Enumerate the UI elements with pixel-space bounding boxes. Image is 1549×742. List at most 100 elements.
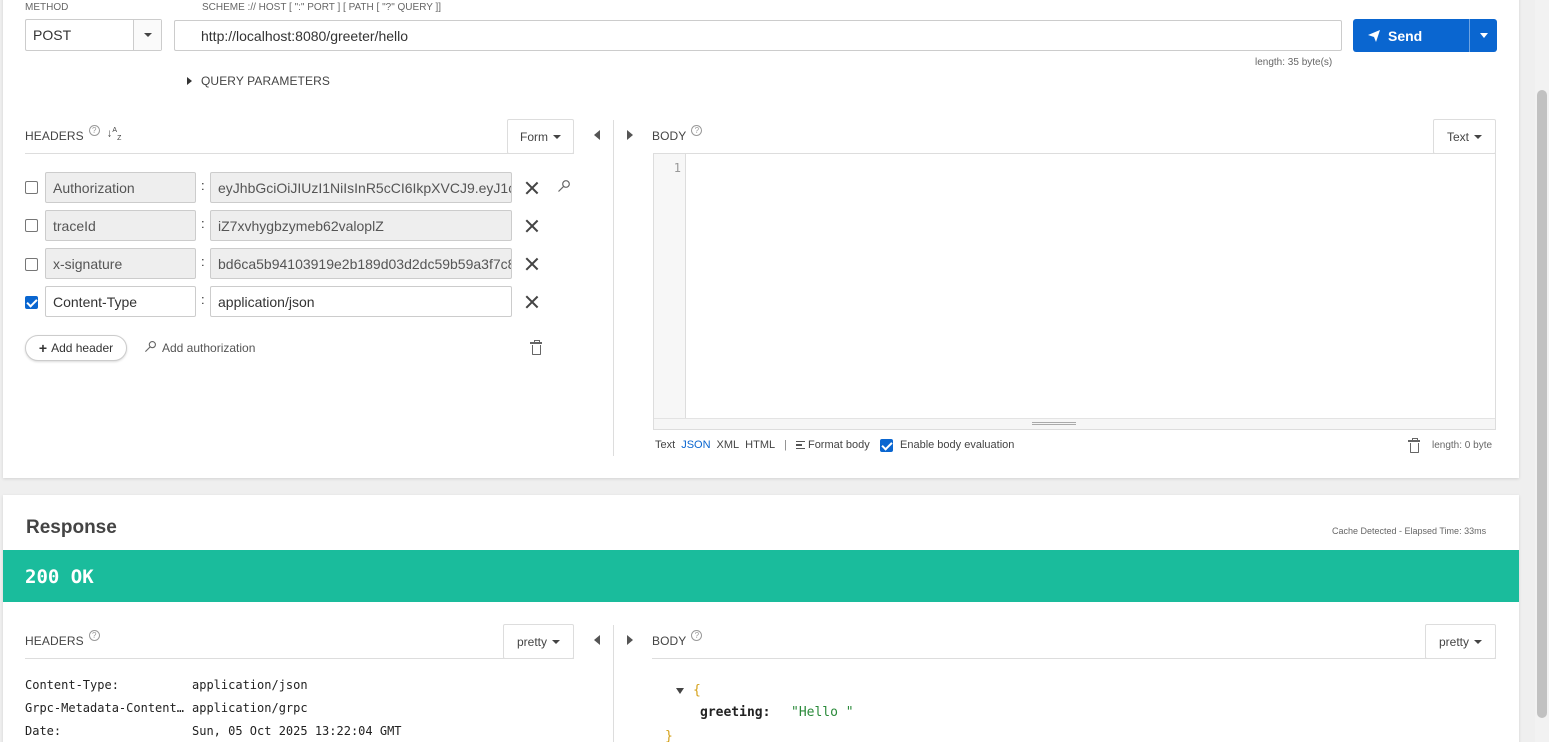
plus-icon: + <box>38 340 48 356</box>
json-string-value: "Hello " <box>791 705 854 720</box>
remove-header-icon[interactable] <box>525 219 539 233</box>
response-header-value: application/json <box>192 678 308 692</box>
chevron-down-icon <box>143 33 152 37</box>
response-header-name: Date: <box>25 724 62 738</box>
divider <box>25 658 574 659</box>
header-separator: : <box>201 292 205 307</box>
headers-title-text: HEADERS <box>25 129 84 143</box>
add-header-button[interactable]: + Add header <box>25 335 127 361</box>
header-value-field[interactable]: bd6ca5b94103919e2b189d03d2dc59b59a3f7c8 <box>210 248 512 279</box>
key-icon[interactable] <box>557 179 571 198</box>
method-value: POST <box>33 27 72 43</box>
response-headers-title: HEADERS ? <box>25 630 100 648</box>
help-icon[interactable]: ? <box>691 630 703 641</box>
line-number: 1 <box>673 161 681 175</box>
header-name: x-signature <box>53 255 123 272</box>
body-format-bar: Text JSON XML HTML | Format body | <box>655 439 886 451</box>
headers-title: HEADERS ? ↓AZ <box>25 125 122 143</box>
json-key: greeting: <box>700 705 771 720</box>
header-separator: : <box>201 178 205 193</box>
query-parameters-toggle[interactable]: QUERY PARAMETERS <box>187 74 330 88</box>
header-checkbox-authorization[interactable] <box>25 181 38 194</box>
header-checkbox-x-signature[interactable] <box>25 258 38 271</box>
chevron-down-icon <box>1474 134 1482 139</box>
send-label: Send <box>1388 27 1423 44</box>
enable-body-evaluation-label[interactable]: Enable body evaluation <box>900 439 1014 451</box>
scrollbar-thumb[interactable] <box>1537 90 1547 718</box>
headers-mode-value: Form <box>520 129 548 144</box>
header-value-field[interactable]: eyJhbGciOiJIUzI1NiIsInR5cCI6IkpXVCJ9.eyJ… <box>210 172 512 203</box>
chevron-down-icon <box>552 639 560 644</box>
header-value: iZ7xvhygbzymeb62valoplZ <box>218 217 384 234</box>
url-label: SCHEME :// HOST [ ":" PORT ] [ PATH [ "?… <box>202 2 442 13</box>
header-name: Content-Type <box>53 293 138 310</box>
method-dropdown-button[interactable] <box>133 20 161 50</box>
send-options-button[interactable] <box>1469 19 1497 52</box>
divider <box>652 658 1496 659</box>
collapse-right-icon[interactable] <box>627 130 633 140</box>
headers-mode-dropdown[interactable]: Form <box>507 119 574 154</box>
cache-info: Cache Detected - Elapsed Time: 33ms <box>1332 526 1487 536</box>
status-bar: 200 OK <box>3 550 1519 602</box>
body-editor[interactable]: 1 <box>653 153 1496 430</box>
collapse-left-icon[interactable] <box>594 635 600 645</box>
header-value: eyJhbGciOiJIUzI1NiIsInR5cCI6IkpXVCJ9.eyJ… <box>218 179 512 196</box>
header-name-field[interactable]: x-signature <box>45 248 196 279</box>
help-icon[interactable]: ? <box>691 125 703 136</box>
panel-splitter[interactable] <box>613 625 614 742</box>
body-title-text: BODY <box>652 129 687 143</box>
response-headers-title-text: HEADERS <box>25 634 84 648</box>
response-header-value: Sun, 05 Oct 2025 13:22:04 GMT <box>192 724 402 738</box>
body-title: BODY ? <box>652 125 703 143</box>
trash-icon[interactable] <box>530 340 542 355</box>
query-parameters-label: QUERY PARAMETERS <box>201 74 330 88</box>
method-select[interactable]: POST <box>25 19 162 51</box>
header-name-field[interactable]: Content-Type <box>45 286 196 317</box>
send-button[interactable]: Send <box>1353 19 1497 52</box>
remove-header-icon[interactable] <box>525 181 539 195</box>
expand-arrow-icon <box>187 77 192 85</box>
header-name-field[interactable]: traceId <box>45 210 196 241</box>
format-html[interactable]: HTML <box>745 439 775 451</box>
body-mode-value: Text <box>1446 129 1469 144</box>
format-json[interactable]: JSON <box>681 439 710 451</box>
enable-body-evaluation-checkbox[interactable] <box>880 439 893 452</box>
response-header-value: application/grpc <box>192 701 308 715</box>
json-collapse-icon[interactable] <box>676 688 684 694</box>
response-body-title-text: BODY <box>652 634 687 648</box>
response-headers-mode-dropdown[interactable]: pretty <box>503 624 574 659</box>
format-body-label: Format body <box>807 439 870 451</box>
header-name-field[interactable]: Authorization <box>45 172 196 203</box>
header-value-field[interactable]: application/json <box>210 286 512 317</box>
status-text: 200 OK <box>25 566 94 588</box>
chevron-down-icon <box>553 134 561 139</box>
body-mode-dropdown[interactable]: Text <box>1433 119 1496 154</box>
response-body-mode-value: pretty <box>1438 634 1469 649</box>
collapse-left-icon[interactable] <box>594 130 600 140</box>
scrollbar-track[interactable] <box>1535 0 1549 742</box>
format-text[interactable]: Text <box>655 439 675 451</box>
panel-splitter[interactable] <box>613 120 614 456</box>
header-value-field[interactable]: iZ7xvhygbzymeb62valoplZ <box>210 210 512 241</box>
add-authorization-link[interactable]: Add authorization <box>144 340 255 356</box>
response-body-mode-dropdown[interactable]: pretty <box>1425 624 1496 659</box>
chevron-down-icon <box>1479 33 1488 38</box>
help-icon[interactable]: ? <box>88 125 100 136</box>
resize-handle[interactable] <box>654 418 1495 429</box>
align-left-icon <box>795 441 805 449</box>
trash-icon[interactable] <box>1408 438 1420 453</box>
response-body-title: BODY ? <box>652 630 703 648</box>
remove-header-icon[interactable] <box>525 257 539 271</box>
format-xml[interactable]: XML <box>717 439 740 451</box>
format-body-button[interactable]: Format body <box>795 439 870 451</box>
header-name: Authorization <box>53 179 135 196</box>
collapse-right-icon[interactable] <box>627 635 633 645</box>
remove-header-icon[interactable] <box>525 295 539 309</box>
sort-alpha-icon[interactable]: ↓AZ <box>107 127 122 142</box>
help-icon[interactable]: ? <box>88 630 100 641</box>
header-checkbox-traceid[interactable] <box>25 219 38 232</box>
url-input[interactable]: http://localhost:8080/greeter/hello <box>174 20 1342 51</box>
line-gutter: 1 <box>654 154 686 419</box>
header-checkbox-content-type[interactable] <box>25 296 38 309</box>
body-length: length: 0 byte <box>1432 440 1493 451</box>
